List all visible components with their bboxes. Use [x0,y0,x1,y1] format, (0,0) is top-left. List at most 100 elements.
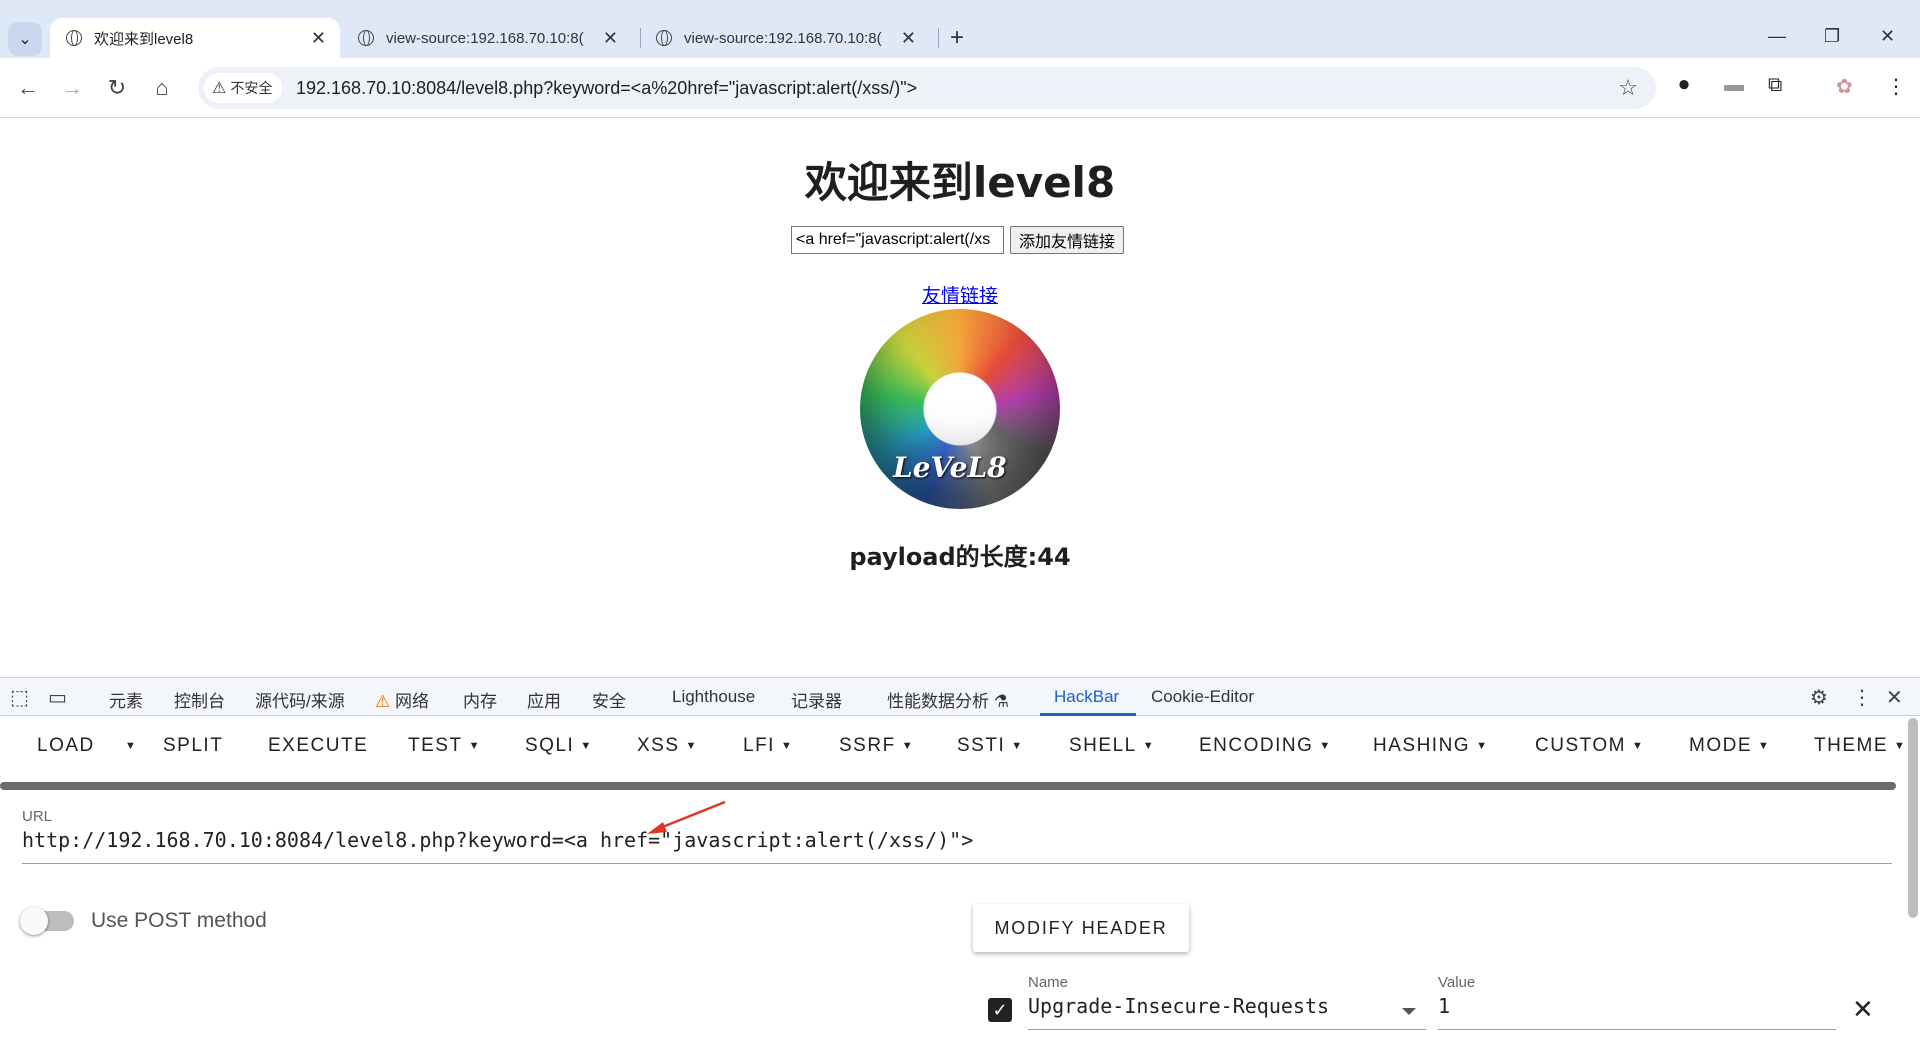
menu-shell[interactable]: SHELL ▼ [1069,735,1155,757]
menu-hashing-label: HASHING [1373,735,1471,756]
device-toggle-icon[interactable]: ▭ [48,685,67,710]
chevron-down-icon: ⌄ [18,31,32,48]
tab-sources[interactable]: 源代码/来源 [255,687,345,712]
menu-xss[interactable]: XSS ▼ [637,735,698,757]
menu-test-label: TEST [408,735,463,756]
tab-view-source-2[interactable]: view-source:192.168.70.10:8( ✕ [640,18,930,58]
menu-execute[interactable]: EXECUTE [268,735,368,757]
modify-header-button[interactable]: MODIFY HEADER [973,904,1189,952]
address-text[interactable]: 192.168.70.10:8084/level8.php?keyword=<a… [296,78,917,99]
tab-title: view-source:192.168.70.10:8( [386,29,584,47]
tab-network[interactable]: ⚠ 网络 [375,687,429,712]
hackbar-url-input[interactable]: http://192.168.70.10:8084/level8.php?key… [22,828,1892,864]
home-icon[interactable]: ⌂ [146,72,178,104]
warning-icon: ⚠ [212,80,227,97]
header-value-input[interactable]: 1 [1438,994,1836,1030]
menu-encoding[interactable]: ENCODING ▼ [1199,735,1332,757]
tab-lighthouse[interactable]: Lighthouse [672,687,755,707]
security-label: 不安全 [230,80,273,96]
tab-console[interactable]: 控制台 [174,687,225,712]
vertical-scrollbar[interactable] [1908,718,1918,918]
menu-mode[interactable]: MODE ▼ [1689,735,1770,757]
tab-security[interactable]: 安全 [592,687,626,712]
caret-down-icon: ▼ [1631,740,1645,752]
site-security-chip[interactable]: ⚠ 不安全 [204,73,283,103]
menu-lfi-label: LFI [743,735,775,756]
menu-ssti[interactable]: SSTI ▼ [957,735,1024,757]
hackbar-menu: LOAD ▼ SPLIT EXECUTE TEST ▼ SQLI ▼ XSS ▼ LF… [0,716,1905,774]
caret-down-icon: ▼ [1011,740,1024,752]
post-method-toggle[interactable] [20,907,74,935]
close-tab-icon[interactable]: ✕ [901,28,916,49]
extensions-puzzle-icon[interactable]: ⧉ [1768,74,1782,97]
menu-lfi[interactable]: LFI ▼ [743,735,793,757]
tab-elements[interactable]: 元素 [109,687,143,712]
menu-test[interactable]: TEST ▼ [408,735,481,757]
web-page: 欢迎来到level8 添加友情链接 友情链接 LeVeL8 payload的长度… [0,119,1920,677]
header-enabled-checkbox[interactable]: ✓ [988,998,1012,1022]
menu-mode-label: MODE [1689,735,1752,756]
close-tab-icon[interactable]: ✕ [311,28,326,49]
menu-split[interactable]: SPLIT [163,735,223,757]
close-tab-icon[interactable]: ✕ [603,28,618,49]
inspect-element-icon[interactable]: ⬚ [10,685,29,710]
hackbar-horizontal-scrollbar[interactable] [0,782,1896,790]
menu-theme[interactable]: THEME ▼ [1814,735,1906,757]
disc-logo-text: LeVeL8 [893,451,1007,484]
minimize-icon[interactable]: — [1768,26,1786,47]
globe-icon [656,30,672,46]
header-name-select[interactable]: Upgrade-Insecure-Requests [1028,994,1426,1030]
add-link-button[interactable]: 添加友情链接 [1010,226,1125,254]
menu-theme-label: THEME [1814,735,1888,756]
menu-load[interactable]: LOAD [37,735,95,757]
dropdown-caret-icon[interactable] [1402,1008,1416,1015]
toggle-knob [20,907,48,935]
keyword-input[interactable] [791,226,1004,254]
bookmark-star-icon[interactable]: ☆ [1618,75,1638,101]
extension-record-icon[interactable]: ⏺ [1679,74,1689,97]
restore-icon[interactable]: ❐ [1824,26,1840,47]
warning-icon: ⚠ [375,692,391,711]
tab-recorder[interactable]: 记录器 [791,687,842,712]
tab-memory[interactable]: 内存 [463,687,497,712]
new-tab-icon[interactable]: + [950,24,964,52]
devtools-panel: ⬚ ▭ 元素 控制台 源代码/来源 ⚠ 网络 内存 应用 安全 Lighthou… [0,677,1920,1060]
menu-load-dropdown[interactable]: ▼ [119,735,137,757]
menu-kebab-icon[interactable]: ⋮ [1886,74,1906,99]
caret-down-icon: ▼ [685,740,698,752]
reload-icon[interactable]: ↻ [101,72,133,104]
menu-sqli[interactable]: SQLI ▼ [525,735,593,757]
menu-shell-label: SHELL [1069,735,1137,756]
profile-avatar-icon[interactable]: ✿ [1836,74,1853,99]
globe-icon [66,30,82,46]
address-bar[interactable]: ⚠ 不安全 192.168.70.10:8084/level8.php?keyw… [198,67,1656,109]
tab-performance-insights[interactable]: 性能数据分析 ⚗ [887,687,1009,712]
tab-hackbar[interactable]: HackBar [1054,687,1119,707]
tab-cookie-editor[interactable]: Cookie-Editor [1151,687,1254,707]
caret-down-icon: ▼ [1142,740,1156,752]
tab-performance-label: 性能数据分析 [887,692,989,711]
settings-gear-icon[interactable]: ⚙ [1810,685,1828,710]
page-title: 欢迎来到level8 [804,158,1116,207]
tab-search-button[interactable]: ⌄ [8,22,42,56]
extension-bars-icon[interactable]: ▬ [1724,74,1744,97]
tab-view-source-1[interactable]: view-source:192.168.70.10:8( ✕ [342,18,632,58]
check-icon: ✓ [992,999,1008,1020]
tab-application[interactable]: 应用 [527,687,561,712]
menu-hashing[interactable]: HASHING ▼ [1373,735,1488,757]
back-icon[interactable]: ← [12,72,44,104]
header-value-label: Value [1438,974,1476,991]
tab-network-label: 网络 [394,692,429,711]
browser-toolbar: ← → ↻ ⌂ ⚠ 不安全 192.168.70.10:8084/level8.… [0,58,1920,118]
forward-icon[interactable]: → [56,72,88,104]
close-window-icon[interactable]: ✕ [1880,26,1895,47]
menu-custom[interactable]: CUSTOM ▼ [1535,735,1644,757]
tab-title: view-source:192.168.70.10:8( [684,29,882,47]
devtools-close-icon[interactable]: ✕ [1886,685,1903,710]
tab-divider [938,28,939,48]
friend-link[interactable]: 友情链接 [922,286,998,307]
remove-header-icon[interactable]: ✕ [1852,994,1874,1025]
tab-level8[interactable]: 欢迎来到level8 ✕ [50,18,340,58]
devtools-more-icon[interactable]: ⋮ [1852,685,1872,710]
menu-ssrf[interactable]: SSRF ▼ [839,735,914,757]
